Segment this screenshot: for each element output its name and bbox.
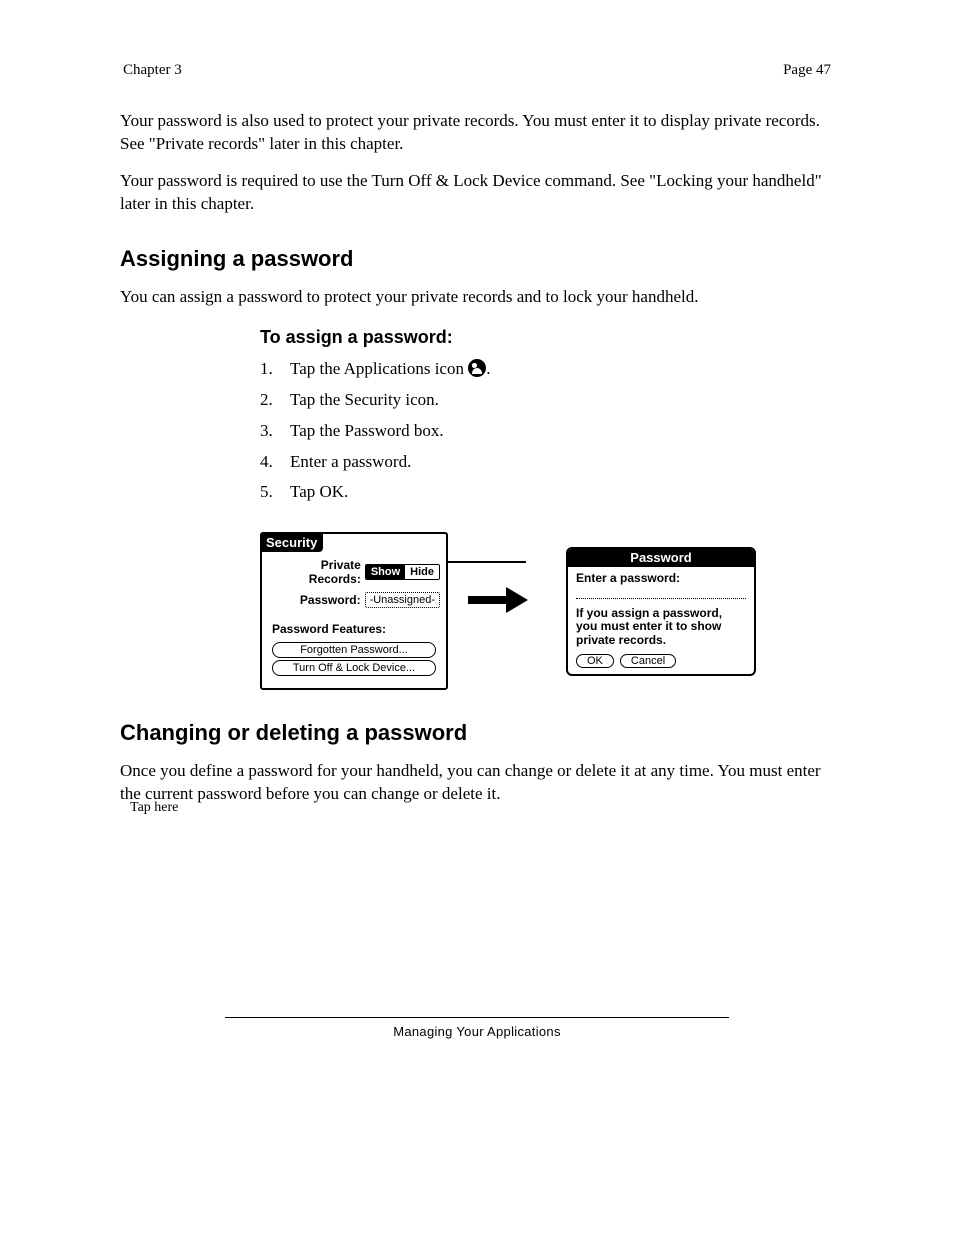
password-dialog-message: If you assign a password, you must enter… xyxy=(576,607,746,648)
password-label: Password: xyxy=(268,593,361,607)
assign-steps-title: To assign a password: xyxy=(260,327,834,348)
header-chapter: Chapter 3 xyxy=(123,62,182,79)
applications-icon xyxy=(468,359,486,377)
security-panel: Security Private Records: Show Hide Pass… xyxy=(260,532,448,690)
private-records-label: Private Records: xyxy=(268,558,361,586)
password-input[interactable] xyxy=(576,588,746,599)
step-1: Tap the Applications icon . xyxy=(290,358,834,381)
step-3: Tap the Password box. xyxy=(290,420,834,443)
assign-password-paragraph: You can assign a password to protect you… xyxy=(120,286,834,309)
forgotten-password-button[interactable]: Forgotten Password... xyxy=(272,642,436,658)
toggle-hide[interactable]: Hide xyxy=(405,565,439,579)
password-box[interactable]: -Unassigned- xyxy=(365,592,440,608)
step-2: Tap the Security icon. xyxy=(290,389,834,412)
assign-steps-list: 1.Tap the Applications icon . 2.Tap the … xyxy=(260,358,834,505)
password-dialog-title: Password xyxy=(568,549,754,567)
step-4: Enter a password. xyxy=(290,451,834,474)
arrow-icon xyxy=(468,597,546,625)
intro-paragraph-2: Your password is required to use the Tur… xyxy=(120,170,834,216)
password-dialog-prompt: Enter a password: xyxy=(576,571,746,585)
assign-password-heading: Assigning a password xyxy=(120,246,834,272)
footer-rule xyxy=(225,1017,729,1018)
toggle-show[interactable]: Show xyxy=(366,565,405,579)
tap-here-callout: Tap here xyxy=(130,800,250,817)
turn-off-lock-button[interactable]: Turn Off & Lock Device... xyxy=(272,660,436,676)
step-5: Tap OK. xyxy=(290,481,834,504)
header-page-number: Page 47 xyxy=(783,62,831,79)
intro-paragraph-1: Your password is also used to protect yo… xyxy=(120,110,834,156)
footer-text: Managing Your Applications xyxy=(225,1024,729,1039)
password-dialog: Password Enter a password: If you assign… xyxy=(566,547,756,676)
security-panel-title: Security xyxy=(262,534,323,552)
private-records-toggle[interactable]: Show Hide xyxy=(365,564,440,580)
change-delete-heading: Changing or deleting a password xyxy=(120,720,834,746)
password-features-label: Password Features: xyxy=(262,608,446,640)
ok-button[interactable]: OK xyxy=(576,654,614,668)
cancel-button[interactable]: Cancel xyxy=(620,654,676,668)
